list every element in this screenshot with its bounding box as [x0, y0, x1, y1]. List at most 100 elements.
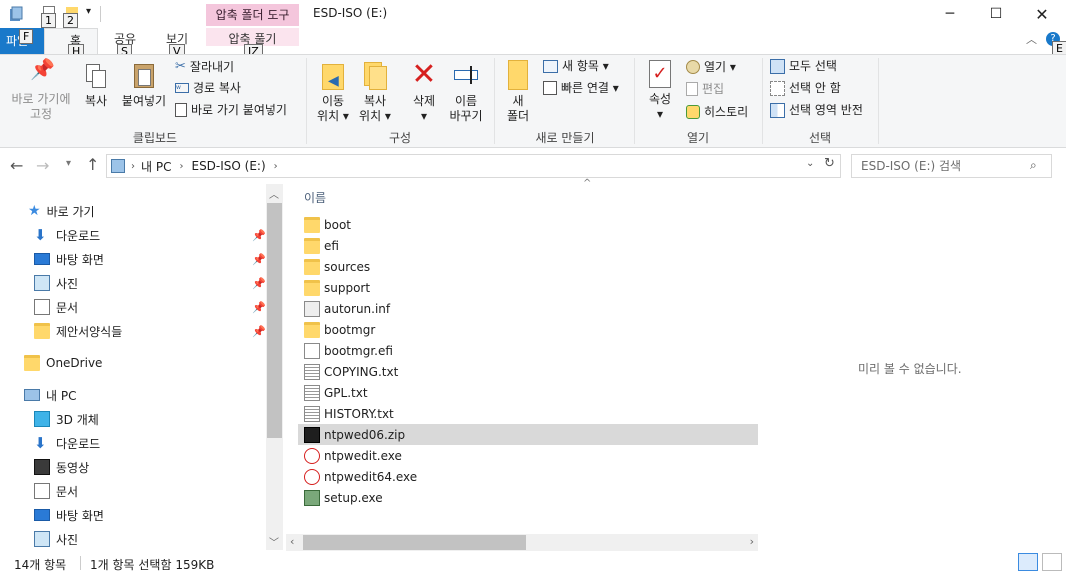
copy-button[interactable]: 복사	[78, 62, 114, 109]
window-title: ESD-ISO (E:)	[313, 6, 388, 20]
large-icons-view-icon[interactable]	[1042, 553, 1062, 571]
minimize-button[interactable]: ─	[927, 0, 973, 28]
file-row[interactable]: ntpwed06.zip	[298, 424, 758, 445]
select-none-label: 선택 안 함	[789, 81, 841, 95]
file-row[interactable]: COPYING.txt	[298, 361, 758, 382]
forward-button[interactable]: →	[36, 156, 49, 175]
maximize-button[interactable]: ☐	[973, 0, 1019, 28]
open-group-label: 열기	[686, 131, 710, 145]
breadcrumb-drive[interactable]: ESD-ISO (E:)	[191, 159, 265, 173]
select-none-button[interactable]: 선택 안 함	[770, 78, 841, 98]
file-row[interactable]: sources	[298, 256, 758, 277]
delete-button[interactable]: ✕ 삭제 ▾	[403, 60, 445, 124]
nav-item-pictures[interactable]: 사진	[34, 271, 78, 295]
select-all-button[interactable]: 모두 선택	[770, 56, 837, 76]
file-row[interactable]: support	[298, 277, 758, 298]
open-icon	[686, 60, 700, 74]
select-none-icon	[770, 80, 785, 96]
file-row[interactable]: efi	[298, 235, 758, 256]
easy-access-icon	[543, 81, 557, 95]
pinned-icon: 📌	[252, 253, 266, 266]
collapse-ribbon-icon[interactable]: ︿	[1026, 31, 1037, 47]
close-button[interactable]: ✕	[1019, 0, 1065, 28]
move-to-button[interactable]: ◀ 이동 위치 ▾	[312, 60, 354, 124]
nav-label: OneDrive	[46, 356, 103, 370]
file-row[interactable]: ntpwedit.exe	[298, 445, 758, 466]
paste-shortcut-button[interactable]: 바로 가기 붙여넣기	[175, 100, 287, 120]
pictures-icon	[34, 275, 50, 291]
h-scroll-thumb[interactable]	[303, 535, 526, 550]
nav-item-documents[interactable]: 문서	[34, 295, 78, 319]
nav-item-pc-downloads[interactable]: ⬇ 다운로드	[34, 431, 100, 455]
file-h-scrollbar[interactable]: ‹ ›	[286, 534, 758, 551]
download-icon: ⬇	[34, 226, 47, 244]
zip-icon	[304, 426, 320, 443]
pin-icon: 📌	[30, 57, 55, 81]
cut-button[interactable]: ✂ 잘라내기	[175, 57, 234, 77]
paste-shortcut-label: 바로 가기 붙여넣기	[191, 103, 287, 117]
copy-to-button[interactable]: 복사 위치 ▾	[354, 60, 396, 124]
open-button[interactable]: 열기 ▾	[686, 57, 736, 77]
qat2-keytip: 2	[63, 13, 78, 28]
title-bar	[0, 0, 1066, 28]
pc-icon	[111, 159, 125, 173]
up-button[interactable]: ↑	[86, 155, 99, 174]
rename-button[interactable]: 이름 바꾸기	[444, 60, 488, 124]
recent-locations-icon[interactable]: ▾	[66, 158, 71, 169]
breadcrumb-separator-icon[interactable]: ›	[179, 161, 183, 172]
file-row[interactable]: setup.exe	[298, 487, 758, 508]
new-item-button[interactable]: 새 항목 ▾	[543, 56, 609, 76]
column-header-name[interactable]: 이름	[304, 189, 326, 206]
breadcrumb-separator-icon[interactable]: ›	[131, 161, 135, 172]
scroll-down-icon[interactable]: ﹀	[269, 534, 279, 549]
file-row[interactable]: autorun.inf	[298, 298, 758, 319]
refresh-icon[interactable]: ↻	[824, 156, 835, 171]
nav-label: 바로 가기	[46, 204, 95, 219]
details-view-icon[interactable]	[1018, 553, 1038, 571]
easy-access-button[interactable]: 빠른 연결 ▾	[543, 78, 619, 98]
file-row[interactable]: bootmgr.efi	[298, 340, 758, 361]
search-input[interactable]: ESD-ISO (E:) 검색	[851, 154, 1052, 178]
nav-item-pc-desktop[interactable]: 바탕 화면	[34, 503, 104, 527]
nav-item-3d-objects[interactable]: 3D 개체	[34, 407, 99, 431]
pin-quick-access-button[interactable]: 📌 바로 가기에 고정	[6, 57, 76, 122]
nav-item-pc-documents[interactable]: 문서	[34, 479, 78, 503]
file-row[interactable]: ntpwedit64.exe	[298, 466, 758, 487]
nav-scrollbar[interactable]: ︿ ﹀	[266, 184, 283, 550]
edit-button[interactable]: 편집	[686, 79, 724, 99]
breadcrumb-pc[interactable]: 내 PC	[141, 158, 171, 175]
scroll-up-icon[interactable]: ︿	[269, 186, 279, 201]
invert-selection-button[interactable]: 선택 영역 반전	[770, 100, 863, 120]
history-button[interactable]: 히스토리	[686, 102, 748, 122]
qat-dropdown-icon[interactable]: ▾	[86, 6, 91, 17]
file-row[interactable]: boot	[298, 214, 758, 235]
app-icon	[9, 6, 23, 22]
properties-icon: ✓	[649, 60, 671, 88]
copy-path-button[interactable]: w 경로 복사	[175, 78, 241, 98]
nav-item-pc-pictures[interactable]: 사진	[34, 527, 78, 551]
copy-path-icon: w	[175, 83, 189, 93]
file-row[interactable]: HISTORY.txt	[298, 403, 758, 424]
new-folder-button[interactable]: 새 폴더	[500, 60, 536, 124]
nav-item-videos[interactable]: 동영상	[34, 455, 89, 479]
nav-onedrive[interactable]: OneDrive	[24, 351, 102, 375]
paste-button[interactable]: 붙여넣기	[116, 62, 172, 109]
nav-item-proposals[interactable]: 제안서양식들	[34, 319, 122, 343]
nav-quick-access[interactable]: ★ 바로 가기	[28, 199, 95, 223]
scroll-right-icon[interactable]: ›	[750, 535, 754, 548]
nav-item-downloads[interactable]: ⬇ 다운로드	[34, 223, 100, 247]
properties-button[interactable]: ✓ 속성 ▾	[640, 60, 680, 122]
nav-item-desktop[interactable]: 바탕 화면	[34, 247, 104, 271]
exe-icon	[304, 447, 320, 464]
breadcrumb-separator-icon[interactable]: ›	[274, 161, 278, 172]
address-bar[interactable]: › 내 PC › ESD-ISO (E:) ›	[106, 154, 841, 178]
file-name: ntpwed06.zip	[324, 427, 406, 442]
scroll-left-icon[interactable]: ‹	[290, 535, 294, 548]
folder-icon	[304, 216, 320, 233]
scroll-thumb[interactable]	[267, 203, 282, 438]
address-dropdown-icon[interactable]: ⌄	[806, 158, 814, 169]
file-row[interactable]: GPL.txt	[298, 382, 758, 403]
back-button[interactable]: ←	[10, 156, 23, 175]
file-row[interactable]: bootmgr	[298, 319, 758, 340]
nav-this-pc[interactable]: 내 PC	[24, 383, 76, 407]
